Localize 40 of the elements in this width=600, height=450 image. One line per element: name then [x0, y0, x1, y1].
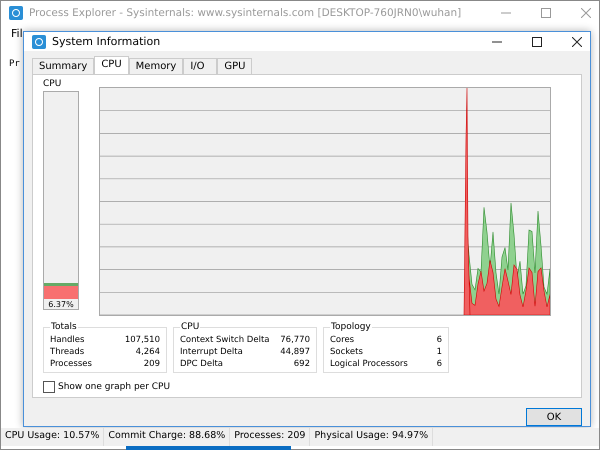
stat-label: Sockets [330, 346, 363, 358]
stat-value: 1 [436, 346, 442, 358]
stat-value: 76,770 [280, 334, 310, 346]
status-text: Physical Usage: 94.97% [310, 428, 434, 446]
group-title: Totals [50, 322, 78, 332]
app-icon [9, 6, 23, 20]
stat-value: 4,264 [136, 346, 160, 358]
group-title: CPU [180, 322, 200, 332]
stat-value: 209 [144, 358, 160, 370]
stat-value: 692 [294, 358, 310, 370]
stat-value: 6 [436, 358, 442, 370]
menu-item[interactable]: Fil [11, 27, 23, 40]
app-icon [32, 34, 46, 49]
close-icon[interactable] [572, 36, 582, 47]
window-title: Process Explorer - Sysinternals: www.sysinternals.com [DESKTOP-760JRN0\wuhan] [29, 7, 462, 19]
stat-label: Interrupt Delta [180, 346, 243, 358]
group-title: Topology [330, 322, 372, 332]
maximize-icon[interactable] [532, 36, 542, 47]
tab[interactable]: GPU [217, 58, 252, 74]
stat-label: Threads [50, 346, 84, 358]
stat-label: Cores [330, 334, 354, 346]
stat-label: Processes [50, 358, 92, 370]
stat-label: DPC Delta [180, 358, 223, 370]
stat-value: 6 [436, 334, 442, 346]
checkbox-label: Show one graph per CPU [58, 382, 170, 392]
checkbox[interactable] [43, 381, 55, 394]
tab[interactable]: I/O [183, 58, 218, 74]
stat-label: Handles [50, 334, 84, 346]
status-text: CPU Usage: 10.57% [1, 428, 104, 446]
dialog-title: System Information [52, 35, 160, 48]
stat-label: Context Switch Delta [180, 334, 270, 346]
tab[interactable]: Memory [128, 58, 184, 74]
process-text: Pr [9, 59, 20, 69]
stat-label: Logical Processors [330, 358, 408, 370]
tab[interactable]: Summary [32, 58, 94, 74]
ok-button[interactable]: OK [526, 408, 582, 426]
stat-value: 107,510 [124, 334, 160, 346]
meter-title: CPU [43, 79, 62, 90]
stat-value: 44,897 [280, 346, 310, 358]
tab[interactable]: CPU [94, 56, 129, 74]
